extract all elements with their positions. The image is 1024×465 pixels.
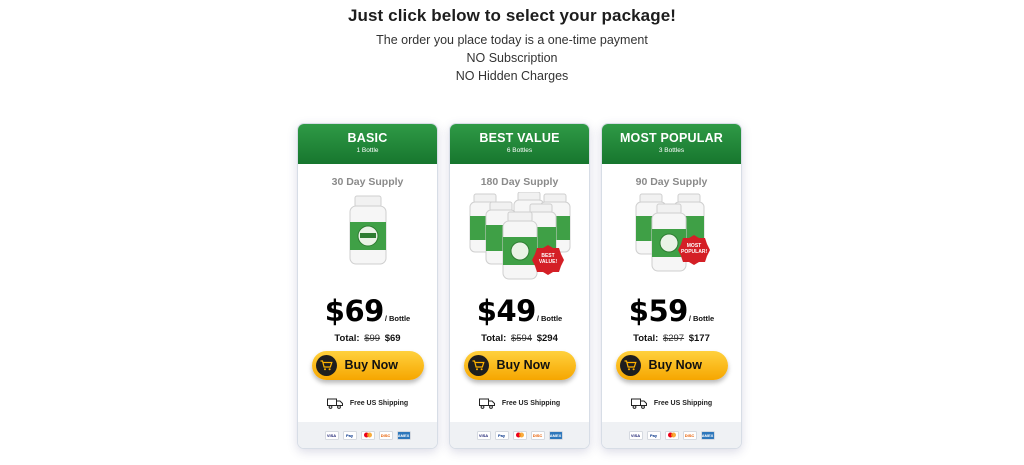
buy-now-button-best-value[interactable]: Buy Now xyxy=(463,351,576,380)
new-total-price: $294 xyxy=(536,333,558,344)
package-supply: 90 Day Supply xyxy=(635,176,708,188)
package-bottle-count: 1 Bottle xyxy=(356,147,379,154)
product-image: MOST POPULAR! xyxy=(602,192,741,290)
package-card-most-popular: MOST POPULAR 3 Bottles 90 Day Supply MOS… xyxy=(601,123,742,449)
shipping-label: Free US Shipping xyxy=(349,399,409,407)
package-price: $59 xyxy=(628,294,689,328)
discover-icon: DISC xyxy=(378,430,393,440)
shipping-label: Free US Shipping xyxy=(653,399,713,407)
visa-icon: VISA xyxy=(324,430,339,440)
bottle-group-image xyxy=(349,195,387,265)
product-image: BEST VALUE! xyxy=(450,191,589,290)
headline: Just click below to select your package! xyxy=(347,6,677,25)
old-total-price: $297 xyxy=(662,333,685,344)
new-total-price: $177 xyxy=(688,333,710,344)
package-supply: 30 Day Supply xyxy=(331,176,404,188)
mastercard-icon xyxy=(512,430,527,440)
discover-icon: DISC xyxy=(530,430,545,440)
paypal-icon: Pay xyxy=(494,430,509,440)
buy-now-label: Buy Now xyxy=(344,358,398,372)
mastercard-icon xyxy=(360,430,375,440)
buy-now-label: Buy Now xyxy=(496,358,550,372)
free-shipping: Free US Shipping xyxy=(298,396,437,410)
visa-icon: VISA xyxy=(628,430,643,440)
amex-icon: AMEX xyxy=(700,430,715,440)
package-price: $69 xyxy=(324,294,385,328)
buy-now-button-basic[interactable]: Buy Now xyxy=(311,351,424,380)
shipping-label: Free US Shipping xyxy=(501,399,561,407)
package-header: MOST POPULAR 3 Bottles xyxy=(602,124,741,164)
cart-icon xyxy=(619,355,641,376)
amex-icon: AMEX xyxy=(548,430,563,440)
price-unit: / Bottle xyxy=(536,314,563,323)
no-hidden-charges-note: NO Hidden Charges xyxy=(455,69,569,83)
free-shipping: Free US Shipping xyxy=(450,396,589,410)
package-total: Total: $594 $294 xyxy=(450,333,589,344)
package-header: BASIC 1 Bottle xyxy=(298,124,437,164)
payment-methods: VISA Pay DISC AMEX xyxy=(450,422,589,448)
package-price: $49 xyxy=(476,294,537,328)
total-label: Total: xyxy=(334,333,360,344)
product-image xyxy=(298,192,437,290)
package-tier: MOST POPULAR xyxy=(619,131,724,145)
cart-icon xyxy=(467,355,489,376)
no-subscription-note: NO Subscription xyxy=(466,51,558,65)
package-list: BASIC 1 Bottle 30 Day Supply $69/ Bottle… xyxy=(0,123,1024,453)
total-label: Total: xyxy=(633,333,659,344)
package-header: BEST VALUE 6 Bottles xyxy=(450,124,589,164)
truck-icon xyxy=(326,398,343,409)
payment-methods: VISA Pay DISC AMEX xyxy=(298,422,437,448)
package-bottle-count: 3 Bottles xyxy=(658,147,685,154)
visa-icon: VISA xyxy=(476,430,491,440)
paypal-icon: Pay xyxy=(646,430,661,440)
package-total: Total: $99 $69 xyxy=(298,333,437,344)
package-total: Total: $297 $177 xyxy=(602,333,741,344)
cart-icon xyxy=(315,355,337,376)
discover-icon: DISC xyxy=(682,430,697,440)
package-card-best-value: BEST VALUE 6 Bottles 180 Day Supply BEST… xyxy=(449,123,590,449)
package-card-basic: BASIC 1 Bottle 30 Day Supply $69/ Bottle… xyxy=(297,123,438,449)
new-total-price: $69 xyxy=(384,333,401,344)
bottle-group-image xyxy=(635,193,710,272)
free-shipping: Free US Shipping xyxy=(602,396,741,410)
price-unit: / Bottle xyxy=(384,314,411,323)
buy-now-label: Buy Now xyxy=(648,358,702,372)
page-header: Just click below to select your package!… xyxy=(0,6,1024,85)
mastercard-icon xyxy=(664,430,679,440)
badge-label: BEST VALUE! xyxy=(538,253,558,265)
payment-methods: VISA Pay DISC AMEX xyxy=(602,422,741,448)
total-label: Total: xyxy=(481,333,507,344)
amex-icon: AMEX xyxy=(396,430,411,440)
one-time-payment-note: The order you place today is a one-time … xyxy=(376,33,648,47)
bottle-group-image xyxy=(469,191,571,280)
package-tier: BEST VALUE xyxy=(479,131,560,145)
package-bottle-count: 6 Bottles xyxy=(506,147,533,154)
buy-now-button-most-popular[interactable]: Buy Now xyxy=(615,351,728,380)
price-unit: / Bottle xyxy=(688,314,715,323)
truck-icon xyxy=(478,398,495,409)
paypal-icon: Pay xyxy=(342,430,357,440)
package-supply: 180 Day Supply xyxy=(480,176,559,188)
package-tier: BASIC xyxy=(347,131,388,145)
old-total-price: $594 xyxy=(510,333,533,344)
truck-icon xyxy=(630,398,647,409)
badge-label: MOST POPULAR! xyxy=(681,243,708,255)
old-total-price: $99 xyxy=(364,333,381,344)
